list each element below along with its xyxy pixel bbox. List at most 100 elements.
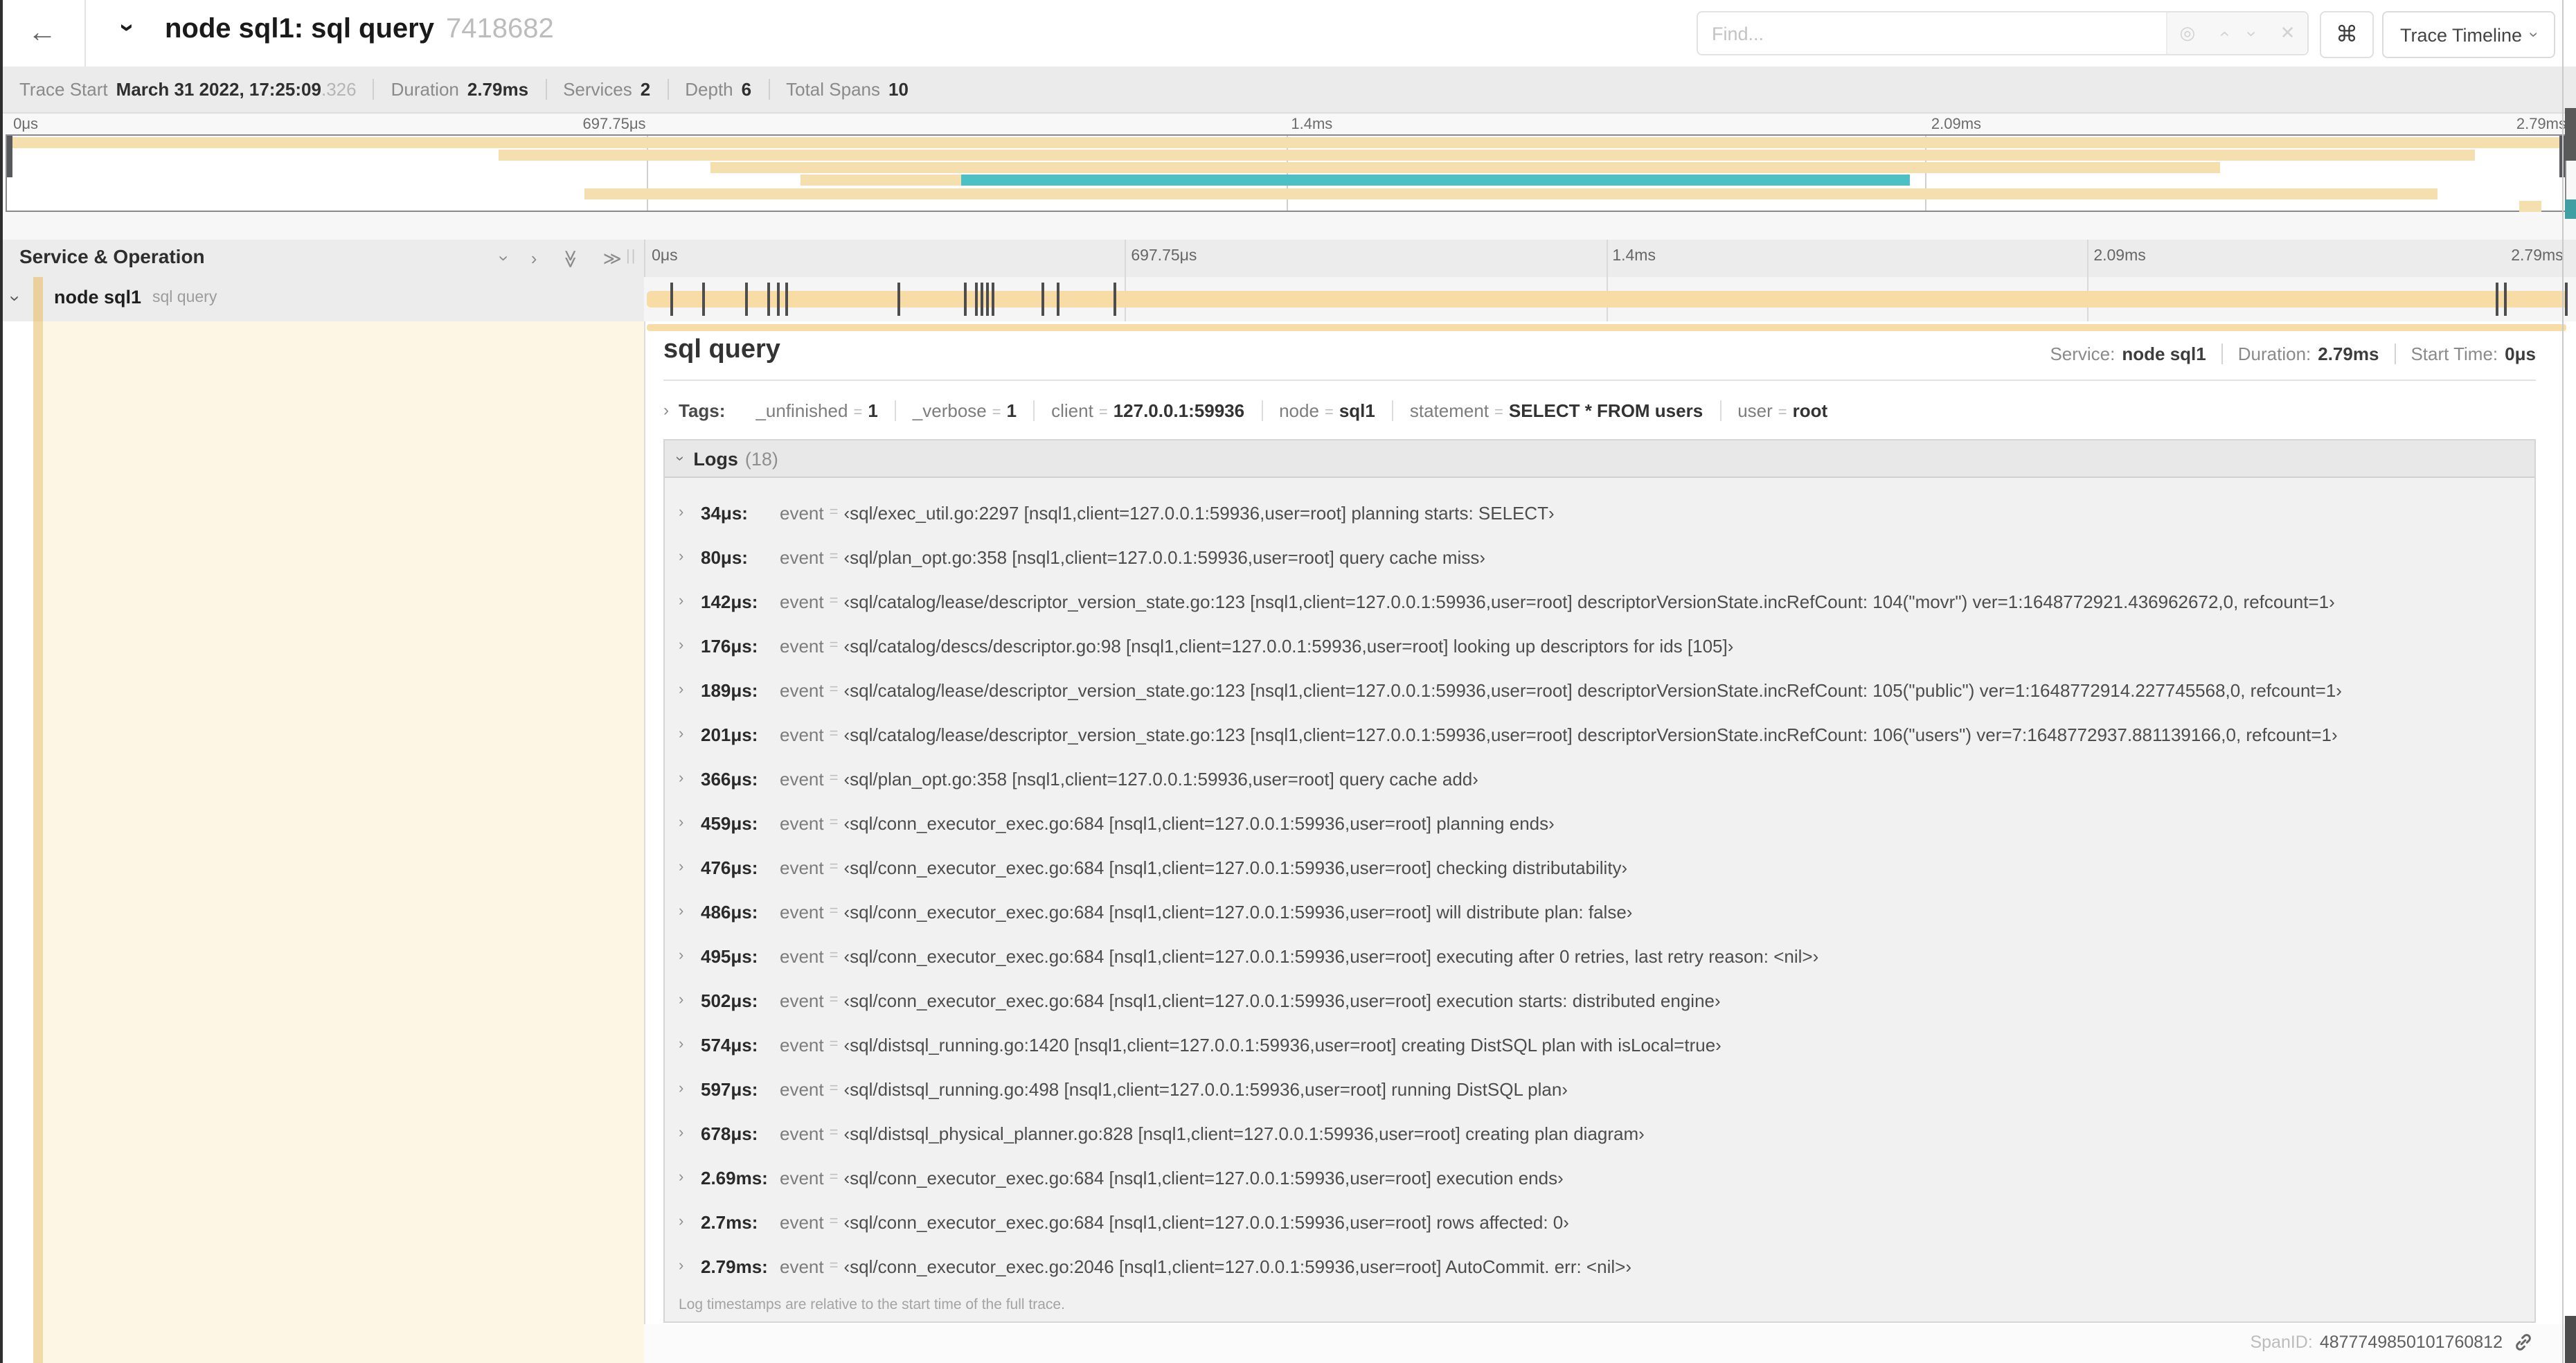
equals-sign: =: [829, 770, 839, 787]
column-resizer-handle[interactable]: ||: [626, 248, 636, 265]
summary-label: Services: [563, 79, 632, 100]
tags-row[interactable]: › Tags: _unfinished = 1 _verbose = 1 client = 12…: [663, 392, 2536, 428]
log-field-value: ‹sql/distsql_running.go:1420 [nsql1,clie…: [843, 1034, 1721, 1055]
log-field-key: event: [780, 591, 824, 612]
log-expand-caret-icon[interactable]: ›: [679, 770, 701, 787]
log-marker-tick: [974, 283, 978, 316]
expand-one-icon[interactable]: ›: [531, 248, 537, 269]
find-clear-icon[interactable]: ✕: [2280, 22, 2296, 44]
span-name-cell[interactable]: › node sql1 sql query: [0, 277, 644, 321]
span-expand-chevron-icon[interactable]: ›: [5, 296, 26, 302]
log-timestamp: 597μs:: [701, 1078, 758, 1099]
log-entry[interactable]: › 597μs: event = ‹sql/distsql_running.go:498…: [665, 1067, 2534, 1111]
log-entry[interactable]: › 2.69ms: event = ‹sql/conn_executor_exec.go…: [665, 1155, 2534, 1200]
logs-collapse-caret-icon[interactable]: ›: [672, 456, 688, 461]
logs-header[interactable]: › Logs (18): [665, 440, 2534, 478]
summary-separator: [545, 79, 547, 100]
log-entry[interactable]: › 176μs: event = ‹sql/catalog/descs/descript…: [665, 623, 2534, 668]
log-entry[interactable]: › 189μs: event = ‹sql/catalog/lease/descript…: [665, 668, 2534, 712]
find-input[interactable]: [1698, 12, 2166, 54]
equals-sign: =: [1494, 404, 1503, 420]
minimap-canvas[interactable]: [6, 134, 2566, 212]
log-entry[interactable]: › 2.7ms: event = ‹sql/conn_executor_exec.go:…: [665, 1200, 2534, 1244]
log-field-value: ‹sql/conn_executor_exec.go:684 [nsql1,cl…: [843, 1211, 1569, 1232]
equals-sign: =: [829, 992, 839, 1008]
find-prev-icon[interactable]: ›: [2212, 30, 2233, 37]
span-bar-cell[interactable]: [644, 277, 2576, 321]
log-timestamp: 476μs:: [701, 857, 758, 878]
collapse-all-icon[interactable]: ≫: [559, 249, 581, 267]
log-expand-caret-icon[interactable]: ›: [679, 682, 701, 698]
log-entry[interactable]: › 142μs: event = ‹sql/catalog/lease/descript…: [665, 579, 2534, 623]
log-expand-caret-icon[interactable]: ›: [679, 1169, 701, 1186]
log-expand-caret-icon[interactable]: ›: [679, 814, 701, 831]
log-expand-caret-icon[interactable]: ›: [679, 1036, 701, 1053]
meta-separator: [2394, 344, 2396, 364]
log-entry[interactable]: › 574μs: event = ‹sql/distsql_running.go:142…: [665, 1022, 2534, 1067]
tag-value: SELECT * FROM users: [1508, 400, 1703, 420]
scrollbar-track-line: [2562, 0, 2564, 1363]
log-entry[interactable]: › 2.79ms: event = ‹sql/conn_executor_exec.go…: [665, 1244, 2534, 1288]
log-expand-caret-icon[interactable]: ›: [679, 726, 701, 742]
summary-value: 2.79ms: [467, 79, 529, 100]
log-expand-caret-icon[interactable]: ›: [679, 947, 701, 964]
log-field-value: ‹sql/catalog/lease/descriptor_version_st…: [843, 679, 2342, 700]
log-expand-caret-icon[interactable]: ›: [679, 859, 701, 875]
log-entry[interactable]: › 34μs: event = ‹sql/exec_util.go:2297 [nsql…: [665, 490, 2534, 535]
log-expand-caret-icon[interactable]: ›: [679, 1125, 701, 1141]
panel-divider: [644, 321, 645, 1363]
log-entry[interactable]: › 495μs: event = ‹sql/conn_executor_exec.go:…: [665, 934, 2534, 978]
log-entry[interactable]: › 459μs: event = ‹sql/conn_executor_exec.go:…: [665, 801, 2534, 845]
jaeger-trace-page: ← › node sql1: sql query 7418682 ◎ › › ✕…: [0, 0, 2576, 1363]
log-entry[interactable]: › 678μs: event = ‹sql/distsql_physical_plann…: [665, 1111, 2534, 1155]
log-expand-caret-icon[interactable]: ›: [679, 504, 701, 521]
axis-tick-label: 2.09ms: [2093, 248, 2146, 265]
equals-sign: =: [829, 947, 839, 964]
deep-link-icon[interactable]: [2512, 1331, 2534, 1353]
log-entry[interactable]: › 201μs: event = ‹sql/catalog/lease/descript…: [665, 712, 2534, 756]
span-duration-bar[interactable]: [647, 291, 2568, 308]
log-entry[interactable]: › 80μs: event = ‹sql/plan_opt.go:358 [nsql1,…: [665, 535, 2534, 579]
log-entry[interactable]: › 476μs: event = ‹sql/conn_executor_exec.go:…: [665, 845, 2534, 889]
minimap-span-bar: [800, 175, 961, 186]
log-marker-tick: [2565, 283, 2568, 316]
equals-sign: =: [829, 1258, 839, 1274]
locate-icon[interactable]: ◎: [2180, 22, 2196, 44]
equals-sign: =: [829, 903, 839, 920]
log-entry[interactable]: › 486μs: event = ‹sql/conn_executor_exec.go:…: [665, 889, 2534, 934]
log-field-key: event: [780, 901, 824, 922]
expanded-row-highlight: [43, 321, 644, 1363]
log-expand-caret-icon[interactable]: ›: [679, 903, 701, 920]
log-field-key: event: [780, 1123, 824, 1143]
find-next-icon[interactable]: ›: [2242, 30, 2263, 37]
summary-value: 6: [741, 79, 752, 100]
log-expand-caret-icon[interactable]: ›: [679, 1213, 701, 1230]
tag-item: client = 127.0.0.1:59936: [1035, 400, 1263, 420]
log-timestamp: 678μs:: [701, 1123, 758, 1143]
log-expand-caret-icon[interactable]: ›: [679, 1258, 701, 1274]
tags-expand-caret-icon[interactable]: ›: [663, 400, 669, 420]
log-expand-caret-icon[interactable]: ›: [679, 992, 701, 1008]
log-entry[interactable]: › 366μs: event = ‹sql/plan_opt.go:358 [nsql1…: [665, 756, 2534, 801]
log-marker-tick: [702, 283, 706, 316]
log-entry[interactable]: › 502μs: event = ‹sql/conn_executor_exec.go:…: [665, 978, 2534, 1022]
equals-sign: =: [829, 549, 839, 565]
service-color-strip: [33, 321, 43, 1363]
tags-label: Tags:: [679, 400, 726, 420]
service-name: node sql1: [54, 287, 142, 308]
back-button[interactable]: ←: [0, 0, 86, 66]
log-expand-caret-icon[interactable]: ›: [679, 1080, 701, 1097]
log-expand-caret-icon[interactable]: ›: [679, 549, 701, 565]
keyboard-shortcuts-button[interactable]: ⌘: [2320, 11, 2374, 58]
span-row[interactable]: › node sql1 sql query: [0, 277, 2576, 323]
minimap-scrubber-left-handle[interactable]: [7, 136, 12, 177]
log-expand-caret-icon[interactable]: ›: [679, 593, 701, 609]
trace-collapse-chevron-icon[interactable]: ›: [111, 24, 141, 33]
collapse-one-icon[interactable]: ›: [494, 256, 515, 262]
log-field-value: ‹sql/conn_executor_exec.go:684 [nsql1,cl…: [843, 812, 1555, 833]
scrollbar-thumb[interactable]: [2565, 108, 2576, 161]
log-expand-caret-icon[interactable]: ›: [679, 637, 701, 654]
expand-all-icon[interactable]: ≫: [603, 247, 622, 269]
axis-tick-label: 1.4ms: [1612, 248, 1656, 265]
trace-view-dropdown[interactable]: Trace Timeline ›: [2382, 11, 2556, 58]
